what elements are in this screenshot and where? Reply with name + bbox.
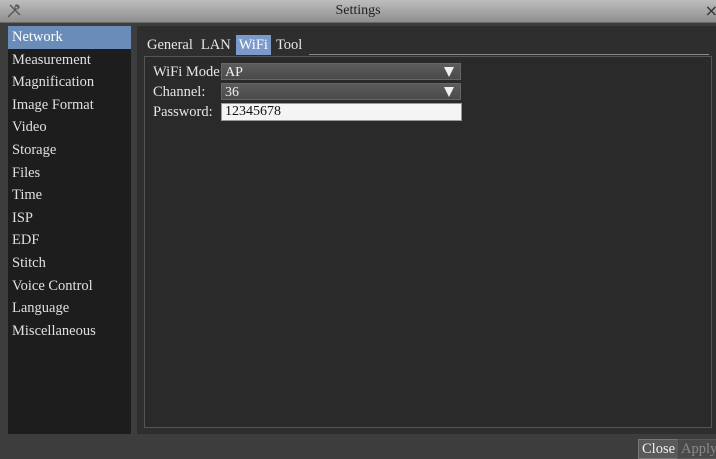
sidebar-item-voice-control[interactable]: Voice Control	[8, 275, 131, 298]
settings-main: General LAN WiFi Tool WiFi Mode: AP Chan…	[137, 26, 716, 434]
sidebar-item-miscellaneous[interactable]: Miscellaneous	[8, 320, 131, 343]
tab-wifi[interactable]: WiFi	[235, 35, 271, 55]
wifi-mode-row: WiFi Mode: AP	[153, 63, 473, 81]
channel-row: Channel: 36	[153, 83, 473, 101]
sidebar-item-edf[interactable]: EDF	[8, 229, 131, 252]
wifi-panel: WiFi Mode: AP Channel: 36 Password: 1234…	[144, 56, 712, 428]
password-row: Password: 12345678	[153, 103, 473, 121]
sidebar-item-files[interactable]: Files	[8, 162, 131, 185]
password-input[interactable]: 12345678	[221, 103, 462, 121]
channel-label: Channel:	[153, 84, 206, 100]
tab-divider	[309, 54, 709, 55]
dropdown-arrow-icon	[444, 87, 454, 97]
wifi-mode-value: AP	[225, 65, 243, 80]
tab-general[interactable]: General	[144, 35, 196, 55]
password-label: Password:	[153, 104, 213, 120]
tab-bar: General LAN WiFi Tool	[144, 35, 307, 55]
tab-tool[interactable]: Tool	[273, 35, 305, 55]
window-title: Settings	[335, 3, 381, 18]
sidebar-item-stitch[interactable]: Stitch	[8, 252, 131, 275]
tab-lan[interactable]: LAN	[198, 35, 234, 55]
sidebar-item-language[interactable]: Language	[8, 297, 131, 320]
sidebar-item-measurement[interactable]: Measurement	[8, 49, 131, 72]
sidebar-item-magnification[interactable]: Magnification	[8, 71, 131, 94]
sidebar-item-storage[interactable]: Storage	[8, 139, 131, 162]
sidebar-item-isp[interactable]: ISP	[8, 207, 131, 230]
apply-button[interactable]: Apply	[677, 439, 716, 459]
dropdown-arrow-icon	[444, 67, 454, 77]
channel-select[interactable]: 36	[221, 83, 461, 100]
wifi-mode-label: WiFi Mode:	[153, 64, 224, 80]
title-bar: Settings ×	[0, 0, 716, 23]
sidebar-item-network[interactable]: Network	[8, 26, 131, 49]
close-icon[interactable]: ×	[705, 1, 716, 20]
close-button[interactable]: Close	[638, 439, 680, 459]
wifi-mode-select[interactable]: AP	[221, 63, 461, 80]
sidebar-item-video[interactable]: Video	[8, 116, 131, 139]
channel-value: 36	[225, 85, 239, 100]
sidebar-item-image-format[interactable]: Image Format	[8, 94, 131, 117]
sidebar-item-time[interactable]: Time	[8, 184, 131, 207]
sidebar: Network Measurement Magnification Image …	[8, 26, 131, 434]
